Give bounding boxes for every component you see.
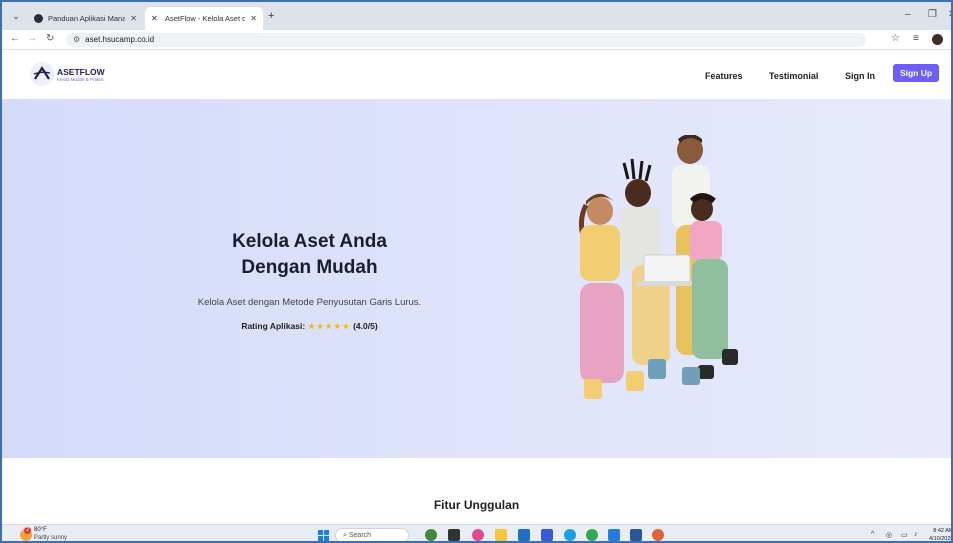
- clock-time: 8:42 AM: [933, 528, 953, 534]
- app-rating: Rating Aplikasi: ★★★★★ (4.0/5): [197, 321, 422, 332]
- site-header: ASETFLOW Kelola Mudah & Praktis Features…: [2, 50, 951, 99]
- windows-start-icon[interactable]: [318, 530, 330, 541]
- url-text: aset.hsucamp.co.id: [85, 35, 155, 44]
- hero-subtitle: Kelola Aset dengan Metode Penyusutan Gar…: [197, 297, 422, 308]
- notification-badge: 2: [24, 527, 31, 534]
- forward-icon[interactable]: →: [27, 33, 37, 44]
- close-tab-icon[interactable]: ✕: [130, 14, 137, 23]
- url-field[interactable]: ⚙ aset.hsucamp.co.id: [66, 33, 866, 47]
- minimize-icon[interactable]: –: [905, 9, 911, 20]
- tab-panduan[interactable]: Panduan Aplikasi Manajemen A ✕: [28, 7, 143, 30]
- windows-taskbar: 2 80°F Partly sunny ⌕ Search ^ ◎ ▭ ♪ 8:4…: [2, 524, 953, 542]
- hero-section: Kelola Aset Anda Dengan Mudah Kelola Ase…: [2, 99, 951, 458]
- asetflow-logo[interactable]: [30, 62, 54, 86]
- tab-title: Panduan Aplikasi Manajemen A: [48, 14, 126, 23]
- profile-avatar[interactable]: [932, 34, 943, 45]
- tab-strip: ⌄ Panduan Aplikasi Manajemen A ✕ ✕ AsetF…: [2, 2, 951, 30]
- chevron-up-icon[interactable]: ^: [871, 531, 874, 538]
- chrome-icon[interactable]: [586, 529, 598, 541]
- address-bar: ← → ↻ ⚙ aset.hsucamp.co.id ☆ ≡: [2, 30, 951, 50]
- taskbar-search[interactable]: ⌕ Search: [335, 528, 409, 541]
- site-info-icon[interactable]: ⚙: [73, 35, 80, 44]
- section-title: Fitur Unggulan: [433, 498, 520, 512]
- rating-label: Rating Aplikasi:: [241, 321, 306, 331]
- network-icon[interactable]: ◎: [886, 531, 892, 539]
- sign-up-button[interactable]: Sign Up: [893, 64, 939, 82]
- hero-title: Kelola Aset Anda Dengan Mudah: [182, 229, 437, 281]
- volume-icon[interactable]: ♪: [914, 531, 918, 538]
- close-window-icon[interactable]: ✕: [948, 9, 951, 20]
- brand-tagline: Kelola Mudah & Praktis: [57, 77, 104, 82]
- file-explorer-icon[interactable]: [495, 529, 507, 541]
- back-icon[interactable]: ←: [10, 33, 20, 44]
- browser-window: ⌄ Panduan Aplikasi Manajemen A ✕ ✕ AsetF…: [0, 0, 953, 543]
- people-with-laptop-illustration: [578, 135, 738, 399]
- nav-sign-in[interactable]: Sign In: [845, 71, 875, 81]
- weather-description[interactable]: Partly sunny: [34, 535, 67, 541]
- weather-temperature[interactable]: 80°F: [34, 527, 47, 533]
- vscode-icon[interactable]: [608, 529, 620, 541]
- tab-asetflow[interactable]: ✕ AsetFlow - Kelola Aset dengan ✕: [145, 7, 263, 30]
- restore-icon[interactable]: ❐: [928, 9, 937, 20]
- paint-icon[interactable]: [652, 529, 664, 541]
- close-tab-icon[interactable]: ✕: [250, 14, 257, 23]
- reload-icon[interactable]: ↻: [46, 33, 54, 44]
- system-clock[interactable]: 8:42 AM 4/10/2025: [929, 527, 953, 542]
- word-icon[interactable]: [630, 529, 642, 541]
- bookmark-star-icon[interactable]: ☆: [891, 33, 900, 44]
- asetflow-logo-icon: ✕: [151, 14, 158, 23]
- widgets-icon[interactable]: [425, 529, 437, 541]
- task-view-icon[interactable]: [448, 529, 460, 541]
- clock-date: 4/10/2025: [929, 536, 953, 542]
- tab-menu-icon[interactable]: ≡: [913, 33, 919, 44]
- new-tab-button[interactable]: +: [268, 10, 274, 22]
- globe-icon: [34, 14, 43, 23]
- brand-name: ASETFLOW: [57, 67, 105, 77]
- copilot-icon[interactable]: [472, 529, 484, 541]
- photos-icon[interactable]: [541, 529, 553, 541]
- search-label: Search: [348, 532, 372, 539]
- display-icon[interactable]: ▭: [901, 531, 908, 539]
- hero-title-line-2: Dengan Mudah: [241, 257, 378, 278]
- store-icon[interactable]: [518, 529, 530, 541]
- hero-title-line-1: Kelola Aset Anda: [232, 231, 387, 252]
- tab-search-chevron-icon[interactable]: ⌄: [10, 10, 22, 22]
- edge-icon[interactable]: [564, 529, 576, 541]
- rating-stars-icon: ★★★★★: [307, 321, 351, 331]
- nav-features[interactable]: Features: [705, 71, 743, 81]
- features-section: Fitur Unggulan: [2, 458, 951, 524]
- tab-title: AsetFlow - Kelola Aset dengan: [165, 14, 245, 23]
- nav-testimonial[interactable]: Testimonial: [769, 71, 818, 81]
- rating-value: (4.0/5): [353, 321, 378, 331]
